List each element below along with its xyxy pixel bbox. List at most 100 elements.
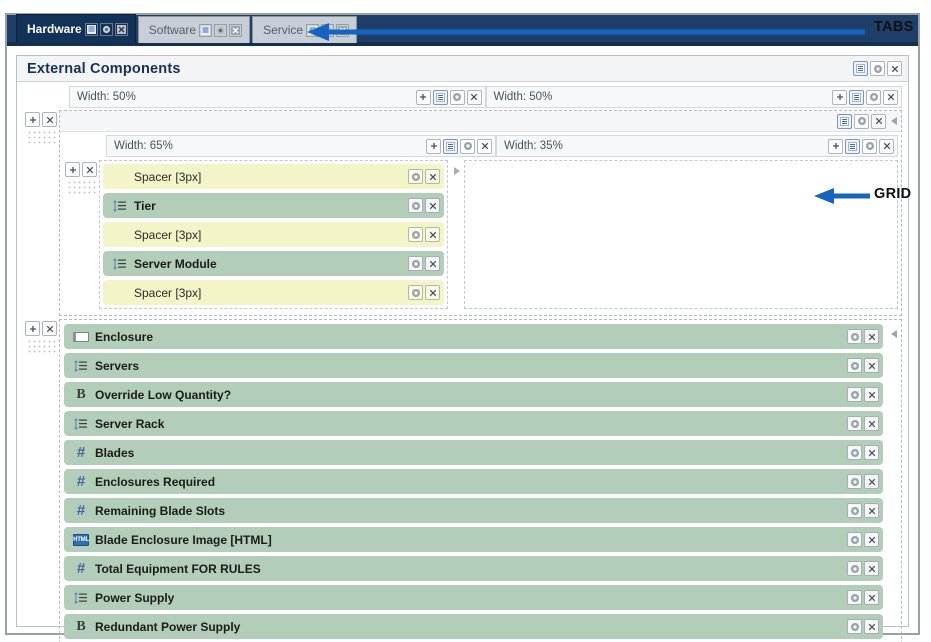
remove-row-button[interactable] [42, 321, 57, 336]
remove-row-button[interactable] [82, 162, 97, 177]
close-icon[interactable] [883, 90, 898, 105]
close-icon[interactable] [425, 227, 440, 242]
add-icon[interactable] [828, 139, 843, 154]
list-icon[interactable] [853, 61, 868, 76]
gear-icon[interactable] [847, 561, 862, 576]
gear-icon[interactable] [214, 24, 227, 37]
list-icon[interactable] [433, 90, 448, 105]
table-row[interactable]: # Enclosures Required [64, 469, 883, 494]
list-icon[interactable] [849, 90, 864, 105]
close-icon[interactable] [864, 416, 879, 431]
grid-annotation-arrow [812, 185, 874, 207]
gear-icon[interactable] [847, 590, 862, 605]
gear-icon[interactable] [100, 23, 113, 36]
add-row-button[interactable] [25, 321, 40, 336]
list-icon[interactable] [845, 139, 860, 154]
drag-handle[interactable] [26, 129, 56, 145]
add-icon[interactable] [416, 90, 431, 105]
close-icon[interactable] [425, 198, 440, 213]
row-label: Server Rack [95, 417, 845, 431]
gear-icon[interactable] [408, 169, 423, 184]
close-icon[interactable] [115, 23, 128, 36]
gear-icon[interactable] [847, 503, 862, 518]
gear-icon[interactable] [847, 358, 862, 373]
add-icon[interactable] [832, 90, 847, 105]
add-icon[interactable] [426, 139, 441, 154]
remove-row-button[interactable] [42, 112, 57, 127]
gear-icon[interactable] [408, 198, 423, 213]
gear-icon[interactable] [460, 139, 475, 154]
section2-row-controls [23, 319, 59, 642]
list-item[interactable]: Tier [103, 193, 444, 218]
inner-right-cell[interactable] [464, 160, 898, 309]
close-icon[interactable] [467, 90, 482, 105]
gear-icon[interactable] [847, 532, 862, 547]
close-icon[interactable] [864, 503, 879, 518]
gear-icon[interactable] [847, 619, 862, 634]
expand-right-icon[interactable] [454, 167, 460, 175]
table-row[interactable]: Power Supply [64, 585, 883, 610]
close-icon[interactable] [864, 474, 879, 489]
gear-icon[interactable] [408, 227, 423, 242]
table-row[interactable]: B Redundant Power Supply [64, 614, 883, 639]
list-icon[interactable] [443, 139, 458, 154]
list-item[interactable]: Spacer [3px] [103, 164, 444, 189]
list-icon [112, 257, 128, 271]
table-row[interactable]: Servers [64, 353, 883, 378]
gear-icon[interactable] [854, 114, 869, 129]
close-icon[interactable] [425, 256, 440, 271]
tab-hardware[interactable]: Hardware [16, 14, 136, 43]
close-icon[interactable] [864, 358, 879, 373]
close-icon[interactable] [425, 285, 440, 300]
close-icon[interactable] [879, 139, 894, 154]
close-icon[interactable] [229, 24, 242, 37]
close-icon[interactable] [864, 532, 879, 547]
gear-icon[interactable] [450, 90, 465, 105]
list-item[interactable]: Spacer [3px] [103, 280, 444, 305]
table-row[interactable]: HTML Blade Enclosure Image [HTML] [64, 527, 883, 552]
gear-icon[interactable] [870, 61, 885, 76]
gear-icon[interactable] [847, 474, 862, 489]
close-icon[interactable] [887, 61, 902, 76]
add-row-button[interactable] [65, 162, 80, 177]
table-row[interactable]: B Override Low Quantity? [64, 382, 883, 407]
close-icon[interactable] [864, 387, 879, 402]
table-row[interactable]: # Remaining Blade Slots [64, 498, 883, 523]
gear-icon[interactable] [862, 139, 877, 154]
collapse-left-icon[interactable] [891, 117, 897, 125]
drag-handle[interactable] [66, 179, 96, 195]
gear-icon[interactable] [847, 445, 862, 460]
close-icon[interactable] [425, 169, 440, 184]
close-icon[interactable] [864, 590, 879, 605]
gear-icon[interactable] [847, 329, 862, 344]
close-icon[interactable] [864, 445, 879, 460]
close-icon[interactable] [864, 329, 879, 344]
table-row[interactable]: Enclosure [64, 324, 883, 349]
table-row[interactable]: Server Rack [64, 411, 883, 436]
drag-handle[interactable] [26, 338, 56, 354]
inner-column-width-bars: Width: 65% [60, 132, 901, 157]
tabs-annotation-arrow [305, 20, 875, 44]
close-icon[interactable] [864, 619, 879, 634]
table-row[interactable]: # Blades [64, 440, 883, 465]
add-row-button[interactable] [25, 112, 40, 127]
close-icon[interactable] [477, 139, 492, 154]
collapse-left-icon[interactable] [891, 330, 897, 338]
close-icon[interactable] [864, 561, 879, 576]
list-icon[interactable] [837, 114, 852, 129]
inner-left-width-bar: Width: 65% [106, 135, 496, 157]
gear-icon[interactable] [847, 416, 862, 431]
table-row[interactable]: # Total Equipment FOR RULES [64, 556, 883, 581]
list-item[interactable]: Server Module [103, 251, 444, 276]
gear-icon[interactable] [408, 285, 423, 300]
gear-icon[interactable] [408, 256, 423, 271]
list-icon[interactable] [199, 24, 212, 37]
number-icon: # [73, 504, 89, 518]
gear-icon[interactable] [866, 90, 881, 105]
close-icon[interactable] [871, 114, 886, 129]
inner-add-remove [64, 162, 98, 177]
list-icon[interactable] [85, 23, 98, 36]
gear-icon[interactable] [847, 387, 862, 402]
tab-software[interactable]: Software [138, 16, 250, 43]
list-item[interactable]: Spacer [3px] [103, 222, 444, 247]
